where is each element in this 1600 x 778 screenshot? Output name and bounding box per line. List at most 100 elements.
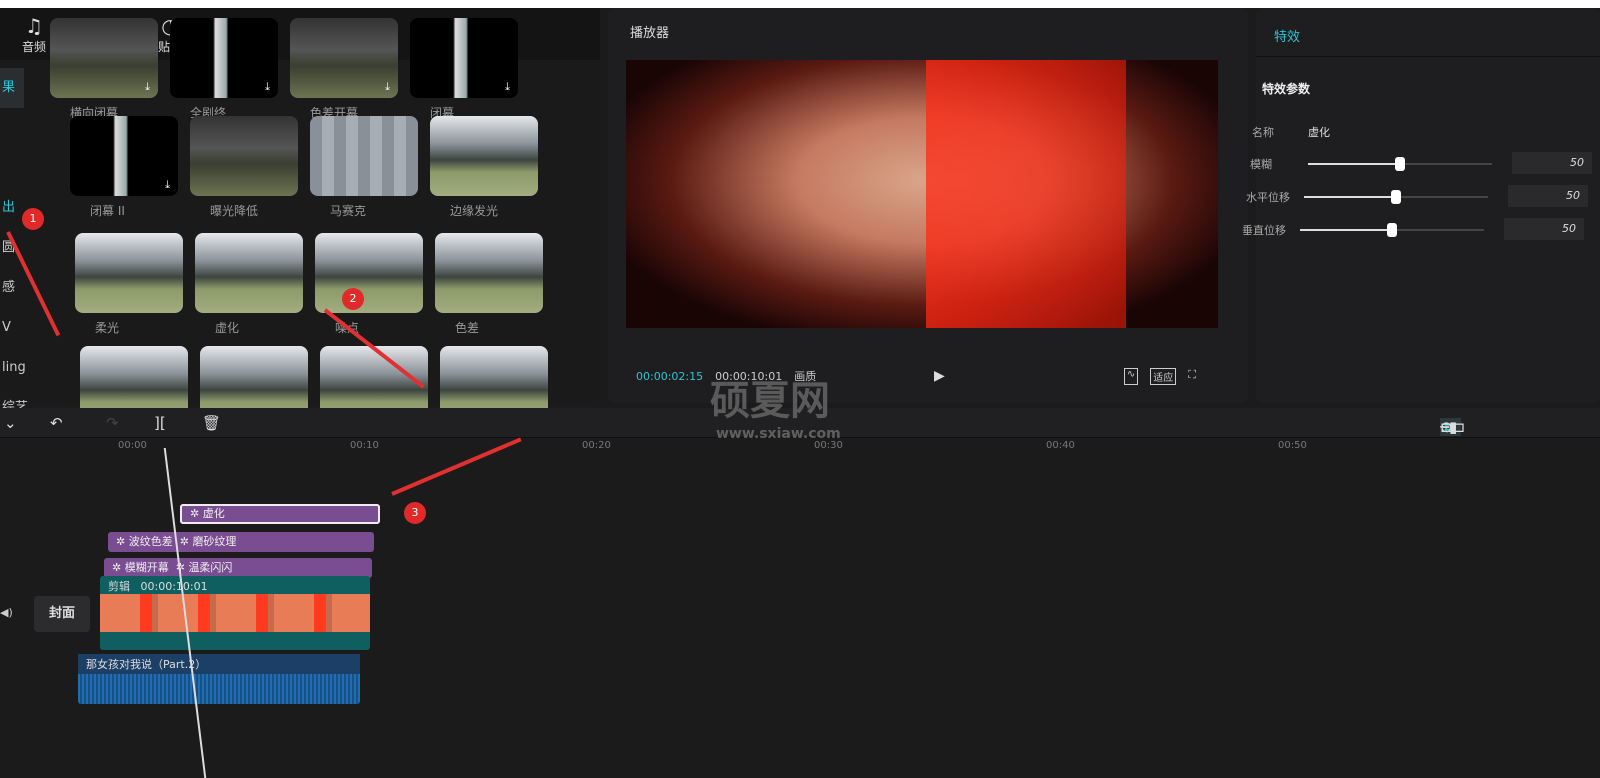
download-icon[interactable]: ⤓ <box>385 80 390 94</box>
effect-clip-track[interactable]: ✲ 波纹色差 ✲ 磨砂纹理 <box>108 532 374 552</box>
param-label: 水平位移 <box>1246 191 1290 204</box>
param-slider[interactable] <box>1304 190 1488 204</box>
effect-name: 柔光 <box>95 321 120 335</box>
effect-item[interactable]: ⤓ 色差开幕 <box>290 18 398 121</box>
video-preview <box>626 60 1218 328</box>
name-value: 虚化 <box>1308 126 1330 139</box>
effect-thumbnail <box>310 116 418 196</box>
effect-name: 色差 <box>455 321 480 335</box>
play-button[interactable]: ▶ <box>934 368 945 384</box>
media-library-panel: ♫音频TI文本◔贴纸✩特效⋈转场❀滤镜⚟调节 果出圆感Vling综艺 ⤓横向闭幕… <box>0 8 600 426</box>
effect-clip-track[interactable]: ✲ 模糊开幕 ✲ 温柔闪闪 <box>104 558 372 578</box>
audio-clip-label: 那女孩对我说（Part.2） <box>78 654 360 674</box>
download-icon[interactable]: ⤓ <box>265 80 270 94</box>
inspector-panel: 特效 特效参数 名称 虚化 模糊 50 水平位移 50 垂直位移 50 <box>1242 8 1600 403</box>
ruler-tick: 00:50 <box>1278 440 1307 451</box>
time-ruler[interactable]: 00:00 00:10 00:20 00:30 00:40 00:50 <box>0 440 1600 456</box>
sidebar-category[interactable]: ling <box>0 348 70 388</box>
param-row: 模糊 50 <box>1250 152 1594 176</box>
param-row: 水平位移 50 <box>1246 185 1590 209</box>
effect-thumbnail: ⤓ <box>410 18 518 98</box>
annotation-badge: 3 <box>404 502 426 524</box>
section-title: 特效参数 <box>1262 82 1311 96</box>
effect-thumbnail <box>195 233 303 313</box>
effect-item[interactable]: 曝光降低 <box>190 116 298 219</box>
effect-item[interactable]: 虚化 <box>195 233 303 336</box>
effect-item[interactable]: 马赛克 <box>310 116 418 219</box>
player-title: 播放器 <box>630 26 670 41</box>
tab-effects[interactable]: 特效 <box>1274 26 1300 45</box>
ruler-tick: 00:00 <box>118 440 147 451</box>
param-row: 垂直位移 50 <box>1242 218 1586 242</box>
zoom-slider[interactable]: ─▮ <box>1440 418 1457 436</box>
effect-name: 曝光降低 <box>210 204 259 218</box>
sidebar-category[interactable] <box>0 148 70 188</box>
undo-icon[interactable]: ↶ <box>50 414 63 432</box>
param-value-input[interactable]: 50 <box>1512 152 1592 174</box>
effect-clip-label: 模糊开幕 <box>124 561 169 574</box>
fullscreen-icon[interactable]: ⛶ <box>1188 368 1196 385</box>
param-value-input[interactable]: 50 <box>1504 218 1584 240</box>
param-value-input[interactable]: 50 <box>1508 185 1588 207</box>
redo-icon[interactable]: ↷ <box>106 414 119 432</box>
download-icon[interactable]: ⤓ <box>145 80 150 94</box>
effect-item[interactable]: 色差 <box>435 233 543 336</box>
effect-clip[interactable]: ✲ 磨砂纹理 <box>180 535 237 548</box>
effect-thumbnail <box>435 233 543 313</box>
sidebar-category[interactable]: V <box>0 308 70 348</box>
cover-button[interactable]: 封面 <box>34 596 90 632</box>
effect-clip[interactable]: ✲ 波纹色差 <box>116 535 173 548</box>
current-time: 00:00:02:15 <box>636 369 704 383</box>
effect-thumbnail <box>315 233 423 313</box>
capcut-editor: ♫音频TI文本◔贴纸✩特效⋈转场❀滤镜⚟调节 果出圆感Vling综艺 ⤓横向闭幕… <box>0 8 1600 778</box>
audio-clip[interactable]: 那女孩对我说（Part.2） <box>78 654 360 704</box>
effect-clip-label: 虚化 <box>202 507 225 520</box>
effect-thumbnail <box>430 116 538 196</box>
effect-item[interactable]: ⤓ 闭幕 II <box>70 116 178 219</box>
annotation-badge: 2 <box>342 288 364 310</box>
effect-clip[interactable]: ✲ 模糊开幕 <box>112 561 169 574</box>
effect-clip-label: 温柔闪闪 <box>188 561 233 574</box>
delete-icon[interactable]: 🗑 <box>202 414 221 432</box>
effect-thumbnail: ⤓ <box>70 116 178 196</box>
effect-name: 闭幕 II <box>90 204 125 218</box>
effect-item[interactable]: 噪点 <box>315 233 423 336</box>
timeline: ⌄ ↶ ↷ ][ 🗑 🎙⇔⇄⊏⊐⊖─▮ 00:0000:1000:2000:30… <box>0 408 1600 778</box>
param-slider[interactable] <box>1308 157 1492 171</box>
mute-icon[interactable]: ◀) <box>0 606 13 619</box>
name-label: 名称 <box>1252 126 1274 139</box>
annotation-badge: 1 <box>22 208 44 230</box>
sidebar-category[interactable]: 果 <box>0 68 24 108</box>
effect-name: 马赛克 <box>330 204 367 218</box>
effect-clip[interactable]: ✲ 温柔闪闪 <box>176 561 233 574</box>
effect-item[interactable]: ⤓ 闭幕 <box>410 18 518 121</box>
fit-button[interactable]: 适应 <box>1150 367 1177 385</box>
effect-clip[interactable]: ✲ 虚化 <box>190 507 225 520</box>
effect-clip-track[interactable]: ✲ 虚化 <box>180 504 380 524</box>
effect-name: 噪点 <box>315 319 423 336</box>
param-slider[interactable] <box>1300 223 1484 237</box>
effect-item[interactable]: 边缘发光 <box>430 116 538 219</box>
watermark-url: www.sxiaw.com <box>716 426 841 442</box>
effect-item[interactable]: 柔光 <box>75 233 183 336</box>
ruler-tick: 00:40 <box>1046 440 1075 451</box>
split-icon[interactable]: ][ <box>154 414 166 432</box>
download-icon[interactable]: ⤓ <box>165 178 170 192</box>
chevron-down-icon[interactable]: ⌄ <box>4 414 17 432</box>
watermark-title: 硕夏网 <box>710 378 830 424</box>
effect-item[interactable]: ⤓ 横向闭幕 <box>50 18 158 121</box>
waveform-icon[interactable]: ∿ <box>1123 367 1139 385</box>
effect-clip-label: 磨砂纹理 <box>192 535 237 548</box>
effect-thumbnail: ⤓ <box>170 18 278 98</box>
video-frames <box>100 594 370 632</box>
video-clip-duration: 00:00:10:01 <box>140 580 208 593</box>
effect-thumbnail: ⤓ <box>50 18 158 98</box>
param-label: 模糊 <box>1250 158 1272 171</box>
download-icon[interactable]: ⤓ <box>505 80 510 94</box>
effect-name: 虚化 <box>215 321 240 335</box>
video-clip[interactable]: 剪辑 00:00:10:01 <box>100 576 370 650</box>
effect-clip-label: 波纹色差 <box>128 535 173 548</box>
video-clip-label: 剪辑 <box>108 580 130 593</box>
effect-thumbnail: ⤓ <box>290 18 398 98</box>
effect-item[interactable]: ⤓ 全剧终 <box>170 18 278 121</box>
